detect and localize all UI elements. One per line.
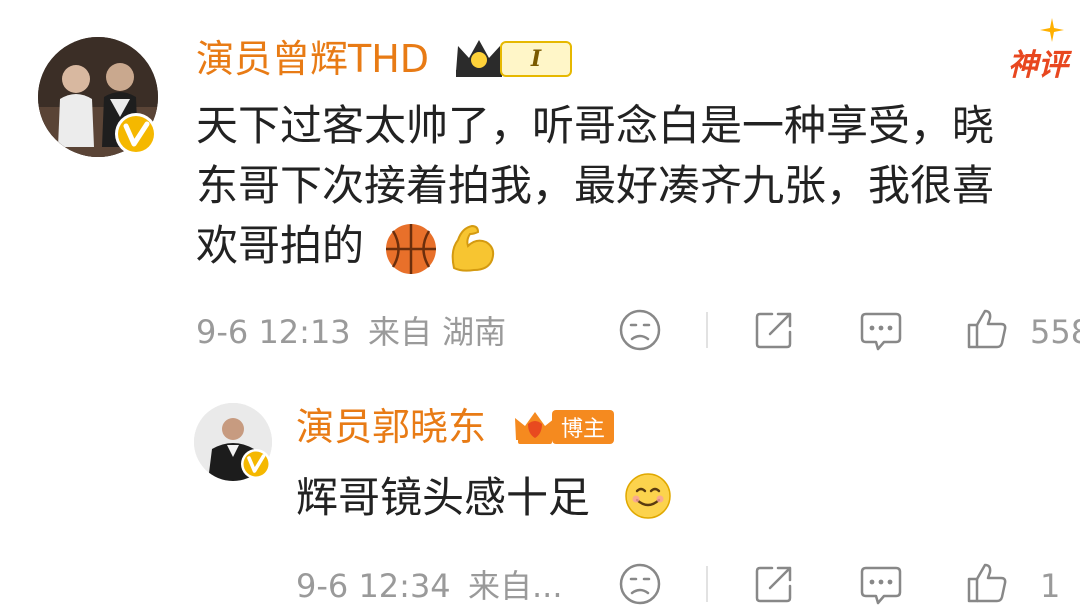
like-icon[interactable] [964,560,1010,606]
divider [706,312,708,348]
verified-v-icon [240,448,272,480]
blogger-tag: 博主 [552,410,614,444]
comment-icon[interactable] [858,562,904,606]
like-count: 558 [1030,313,1080,351]
comment-line-2: 东哥下次接着拍我，最好凑齐九张，我很喜 [196,161,995,210]
reply-source: 来自... [468,567,563,605]
sad-face-icon[interactable] [618,308,662,352]
share-icon[interactable] [752,562,796,606]
level-badge-box: I [500,41,572,77]
tag-sparkle-icon [1040,18,1064,46]
smiling-face-emoji [624,472,672,520]
comment-date: 9-6 12:13 [196,313,351,351]
level-badge-text: I [530,46,542,72]
top-comment-tag: 神评 [1008,48,1068,83]
comment-line-3: 欢哥拍的 [196,221,365,270]
share-icon[interactable] [752,308,796,352]
divider [706,566,708,602]
commenter-username[interactable]: 演员曾辉THD [196,36,429,82]
blogger-tag-label: 博主 [560,417,605,442]
reply-date: 9-6 12:34 [296,567,451,605]
reply-like-count: 1 [1040,567,1061,605]
verified-v-icon [114,112,158,156]
replier-username[interactable]: 演员郭晓东 [296,404,486,450]
comment-source: 来自 湖南 [368,313,507,351]
like-icon[interactable] [964,306,1010,352]
sad-face-icon[interactable] [618,562,662,606]
flexed-biceps-emoji [444,220,500,276]
crown-icon [456,40,502,77]
user-level-badge: I [452,34,572,80]
comment-line-1: 天下过客太帅了，听哥念白是一种享受，晓 [196,101,995,150]
reply-text: 辉哥镜头感十足 [296,473,591,522]
comment-icon[interactable] [858,308,904,352]
basketball-emoji [384,222,438,276]
